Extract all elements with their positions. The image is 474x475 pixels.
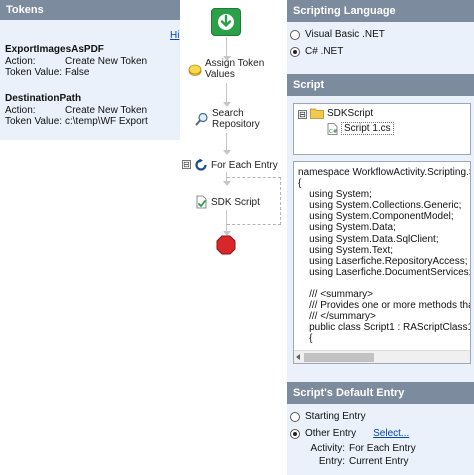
token-action-label: Action: — [5, 105, 36, 116]
empty-area — [0, 140, 180, 475]
radio-visual-basic[interactable]: Visual Basic .NET — [290, 29, 385, 40]
script-header: Script — [287, 74, 474, 96]
code-editor[interactable]: namespace WorkflowActivity.Scripting.SDK… — [293, 161, 471, 364]
default-entry-header: Script's Default Entry — [287, 382, 474, 404]
activity-label: For Each Entry — [211, 159, 278, 171]
radio-label: Starting Entry — [305, 411, 366, 422]
detail-value: For Each Entry — [349, 443, 416, 454]
tree-node-label: Script 1.cs — [341, 122, 394, 135]
token-value-label: Token Value: — [5, 67, 63, 78]
select-entry-link[interactable]: Select... — [373, 428, 409, 439]
activity-assign-token-values[interactable]: Assign Token Values — [188, 58, 264, 80]
connector-arrow-icon — [223, 102, 231, 107]
token-action-value: Create New Token — [65, 56, 148, 67]
activity-for-each-entry[interactable]: For Each Entry — [194, 158, 278, 172]
script-tree[interactable]: ⊟ SDKScript C# Script 1.cs — [293, 103, 471, 155]
stop-icon — [216, 235, 236, 255]
connector-arrow-icon — [223, 150, 231, 155]
activity-label: SDK Script — [211, 196, 260, 208]
radio-csharp[interactable]: C# .NET — [290, 46, 343, 57]
radio-starting-entry[interactable]: Starting Entry — [290, 411, 366, 422]
token-value-row: Token Value: False — [5, 67, 180, 78]
download-arrow-icon — [218, 14, 234, 30]
radio-circle-selected[interactable] — [290, 428, 300, 439]
token-item[interactable]: DestinationPath Action: Create New Token… — [5, 93, 180, 127]
detail-entry-row: Entry: Current Entry — [309, 455, 416, 468]
workflow-start-icon[interactable] — [211, 8, 241, 36]
tree-collapse-icon[interactable]: ⊟ — [298, 110, 307, 119]
csharp-file-icon: C# — [327, 122, 338, 135]
radio-circle-selected[interactable] — [290, 46, 300, 57]
scroll-left-icon[interactable] — [296, 354, 300, 360]
token-name: ExportImagesAsPDF — [5, 44, 104, 55]
token-action-row: Action: Create New Token — [5, 56, 180, 67]
folder-icon — [310, 108, 324, 119]
scrollbar-thumb[interactable] — [304, 353, 374, 362]
activity-search-repository[interactable]: Search Repository — [195, 108, 260, 130]
token-value-label: Token Value: — [5, 116, 63, 127]
detail-activity-row: Activity: For Each Entry — [309, 442, 416, 455]
radio-label: Other Entry — [305, 428, 357, 439]
token-item[interactable]: ExportImagesAsPDF Action: Create New Tok… — [5, 44, 180, 78]
scripting-language-header: Scripting Language — [287, 0, 474, 22]
collapse-icon[interactable]: ⊟ — [182, 160, 191, 169]
assign-token-icon — [188, 64, 202, 76]
tokens-panel: Tokens Hi ExportImagesAsPDF Action: Crea… — [0, 0, 180, 140]
token-value-row: Token Value: c:\temp\WF Export — [5, 116, 180, 127]
radio-other-entry[interactable]: Other Entry Select... — [290, 428, 409, 439]
tokens-header: Tokens — [0, 0, 180, 20]
search-repository-icon — [195, 112, 208, 126]
detail-label: Entry: — [318, 456, 345, 467]
radio-label: C# .NET — [305, 46, 344, 57]
horizontal-scrollbar[interactable] — [294, 350, 470, 363]
for-each-entry-icon — [195, 158, 207, 171]
tree-node-label: SDKScript — [327, 107, 374, 119]
token-value: False — [65, 67, 90, 78]
code-text[interactable]: namespace WorkflowActivity.Scripting.SDK… — [298, 167, 470, 347]
activity-sdk-script[interactable]: SDK Script — [194, 195, 260, 209]
tokens-help-link[interactable]: Hi — [170, 30, 179, 41]
activity-label: Assign Token Values — [205, 58, 265, 80]
radio-circle[interactable] — [290, 411, 300, 422]
radio-circle[interactable] — [290, 29, 300, 40]
token-value: c:\temp\WF Export — [65, 116, 148, 127]
activity-label: Search Repository — [212, 108, 260, 130]
svg-text:C#: C# — [329, 129, 338, 135]
tree-node-sdkscript[interactable]: SDKScript — [310, 107, 373, 119]
token-action-label: Action: — [5, 56, 36, 67]
entry-details: Activity: For Each Entry Entry: Current … — [309, 442, 416, 468]
tree-node-script-file[interactable]: C# Script 1.cs — [327, 122, 394, 135]
radio-label: Visual Basic .NET — [305, 29, 385, 40]
detail-label: Activity: — [310, 443, 345, 454]
token-action-value: Create New Token — [65, 105, 148, 116]
workflow-designer[interactable]: Assign Token Values Search Repository ⊟ … — [180, 0, 287, 475]
properties-panel: Scripting Language Visual Basic .NET C# … — [287, 0, 474, 475]
token-action-row: Action: Create New Token — [5, 105, 180, 116]
workflow-stop-icon[interactable] — [216, 235, 236, 255]
detail-value: Current Entry — [349, 456, 409, 467]
sdk-script-icon — [196, 195, 207, 209]
token-name: DestinationPath — [5, 93, 82, 104]
